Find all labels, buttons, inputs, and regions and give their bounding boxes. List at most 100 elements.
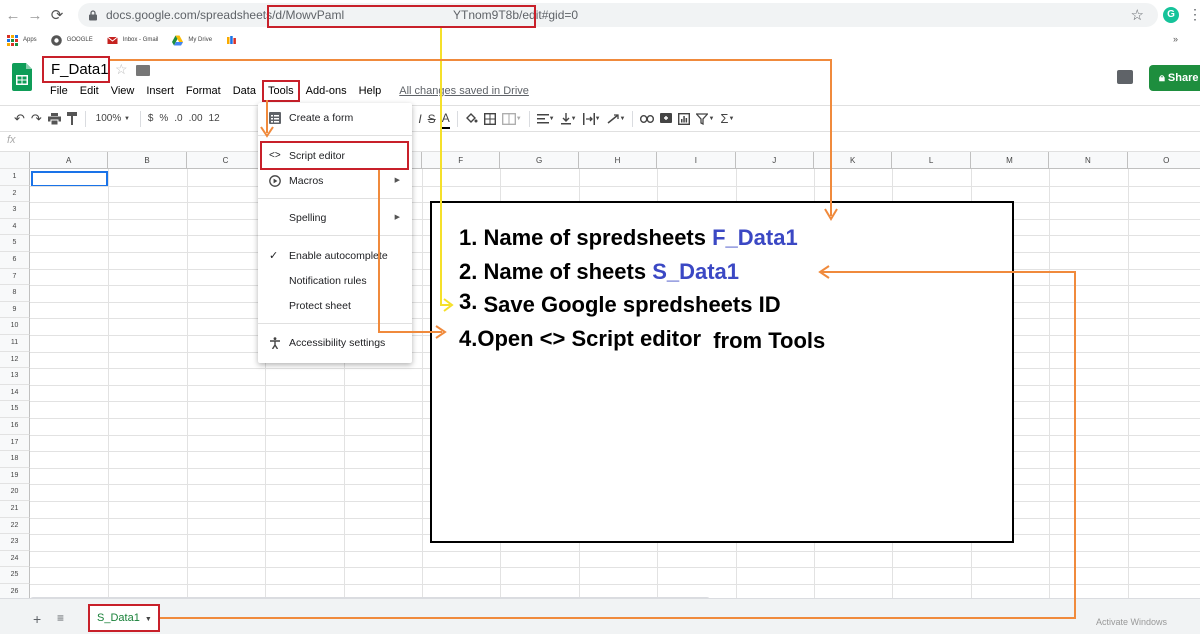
decrease-decimal-button[interactable]: .0 [174, 109, 182, 129]
row-header[interactable]: 13 [0, 368, 30, 385]
menu-insert[interactable]: Insert [140, 84, 180, 100]
menu-protect-sheet[interactable]: Protect sheet [258, 295, 412, 317]
all-sheets-menu-icon[interactable]: ≡ [57, 611, 64, 625]
share-button[interactable]: 🔒︎ Share [1149, 65, 1200, 91]
menu-spelling[interactable]: Spelling ▶ [258, 207, 412, 229]
horizontal-align-icon[interactable]: ▼ [536, 109, 555, 129]
bookmarks-overflow[interactable]: » [1173, 34, 1178, 44]
text-color-button[interactable]: A [441, 109, 450, 129]
row-header[interactable]: 9 [0, 301, 30, 319]
menu-edit[interactable]: Edit [74, 84, 105, 100]
fill-color-icon[interactable] [465, 109, 478, 129]
bookmark-inbox[interactable]: Inbox - Gmail [106, 35, 158, 46]
percent-format-button[interactable]: % [159, 109, 168, 129]
comment-icon[interactable] [1117, 70, 1133, 84]
strikethrough-button[interactable]: S [428, 109, 436, 129]
menu-view[interactable]: View [105, 84, 141, 100]
more-formats-button[interactable]: 12 [209, 109, 220, 129]
row-header[interactable]: 16 [0, 418, 30, 435]
menu-help[interactable]: Help [353, 84, 388, 100]
paint-format-icon[interactable] [66, 109, 78, 129]
row-header[interactable]: 24 [0, 550, 30, 568]
menu-addons[interactable]: Add-ons [300, 84, 353, 100]
menu-tools[interactable]: Tools [261, 80, 300, 102]
column-header[interactable]: K [814, 152, 893, 169]
column-header[interactable]: N [1049, 152, 1128, 169]
row-header[interactable]: 26 [0, 584, 30, 598]
functions-button[interactable]: Σ ▼ [720, 109, 734, 129]
grammarly-extension-icon[interactable]: G [1163, 7, 1179, 23]
print-icon[interactable] [47, 109, 61, 129]
address-bar[interactable]: docs.google.com/spreadsheets/d/MowvPaml … [78, 3, 1158, 27]
menu-file[interactable]: File [44, 84, 74, 100]
column-header[interactable]: G [500, 152, 579, 169]
star-icon[interactable]: ☆ [115, 61, 128, 78]
row-header[interactable]: 22 [0, 517, 30, 535]
row-header[interactable]: 25 [0, 567, 30, 584]
menu-format[interactable]: Format [180, 84, 227, 100]
row-header[interactable]: 21 [0, 501, 30, 518]
column-header[interactable]: A [30, 152, 109, 169]
reload-icon[interactable]: ⟳ [46, 4, 68, 26]
column-header[interactable]: I [657, 152, 736, 169]
row-header[interactable]: 17 [0, 434, 30, 452]
column-header[interactable]: O [1128, 152, 1200, 169]
forward-icon[interactable]: → [24, 4, 46, 26]
menu-macros[interactable]: Macros ▶ [258, 170, 412, 192]
row-header[interactable]: 18 [0, 451, 30, 468]
italic-button[interactable]: I [418, 109, 421, 129]
row-header[interactable]: 14 [0, 384, 30, 402]
column-header[interactable]: H [579, 152, 658, 169]
text-rotation-icon[interactable]: ▼ [607, 109, 625, 129]
filter-icon[interactable]: ▼ [696, 109, 714, 129]
row-header[interactable]: 3 [0, 202, 30, 219]
save-status-link[interactable]: All changes saved in Drive [399, 84, 529, 100]
insert-comment-icon[interactable] [660, 109, 673, 129]
increase-decimal-button[interactable]: .00 [189, 109, 203, 129]
borders-icon[interactable] [483, 109, 496, 129]
row-header[interactable]: 20 [0, 484, 30, 501]
bookmark-apps[interactable]: Apps [7, 34, 37, 46]
merge-cells-icon[interactable]: ▼ [501, 109, 522, 129]
undo-icon[interactable]: ↶ [14, 109, 25, 129]
row-header[interactable]: 7 [0, 268, 30, 286]
menu-enable-autocomplete[interactable]: ✓ Enable autocomplete [258, 245, 412, 267]
row-header[interactable]: 6 [0, 252, 30, 269]
spreadsheet-title[interactable]: F_Data1 [42, 56, 110, 83]
row-header[interactable]: 19 [0, 467, 30, 485]
row-header[interactable]: 23 [0, 534, 30, 551]
menu-data[interactable]: Data [227, 84, 262, 100]
bookmark-star-icon[interactable]: ☆ [1131, 6, 1144, 24]
column-header[interactable]: F [422, 152, 501, 169]
active-cell-a1[interactable] [31, 171, 108, 187]
insert-link-icon[interactable] [640, 109, 655, 129]
browser-menu-icon[interactable]: ⋮ [1188, 6, 1200, 23]
column-header[interactable]: J [736, 152, 814, 169]
formula-bar[interactable]: fx [0, 132, 1200, 152]
menu-accessibility-settings[interactable]: Accessibility settings [258, 332, 412, 354]
column-header[interactable]: L [892, 152, 971, 169]
bookmark-extra[interactable] [226, 35, 242, 46]
google-sheets-logo-icon[interactable] [12, 63, 32, 91]
row-header[interactable]: 12 [0, 351, 30, 369]
row-header[interactable]: 10 [0, 318, 30, 335]
select-all-corner[interactable] [0, 152, 30, 169]
vertical-align-icon[interactable]: ▼ [560, 109, 577, 129]
row-header[interactable]: 8 [0, 285, 30, 302]
text-wrap-icon[interactable]: ▼ [582, 109, 601, 129]
row-header[interactable]: 2 [0, 185, 30, 203]
menu-notification-rules[interactable]: Notification rules [258, 270, 412, 292]
redo-icon[interactable]: ↷ [31, 109, 42, 129]
menu-create-form[interactable]: Create a form [258, 107, 412, 129]
add-sheet-icon[interactable]: + [33, 611, 41, 627]
sheet-tab-s-data1[interactable]: S_Data1 ▼ [88, 604, 160, 632]
bookmark-google[interactable]: GOOGLE [50, 34, 93, 46]
row-header[interactable]: 4 [0, 218, 30, 236]
row-header[interactable]: 5 [0, 235, 30, 252]
column-header[interactable]: C [187, 152, 266, 169]
zoom-select[interactable]: 100% ▼ [93, 109, 133, 129]
currency-format-button[interactable]: $ [148, 109, 154, 129]
column-header[interactable]: M [971, 152, 1050, 169]
row-header[interactable]: 15 [0, 401, 30, 418]
folder-icon[interactable] [136, 65, 150, 76]
